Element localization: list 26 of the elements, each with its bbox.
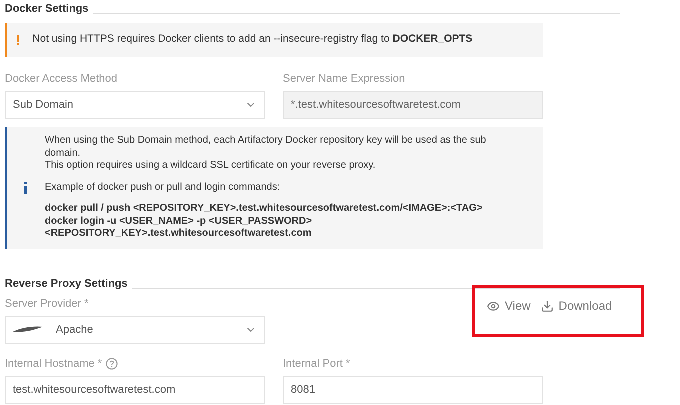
field-label: Server Name Expression: [283, 72, 406, 87]
select-field[interactable]: Apache: [5, 316, 265, 344]
field-label: Internal Port *: [283, 356, 350, 372]
field-label: Internal Hostname *: [5, 356, 102, 372]
section-title: Reverse Proxy Settings: [5, 279, 128, 290]
help-icon[interactable]: [106, 358, 118, 370]
feather-icon: [13, 326, 43, 334]
download-icon: [540, 300, 554, 312]
field-label: Server Provider *: [5, 296, 89, 312]
command-text: <REPOSITORY_KEY>.test.whitesourcesoftwaretest.com: [45, 228, 313, 241]
field-label: Docker Access Method: [5, 72, 118, 87]
command-text: docker pull / push <REPOSITORY_KEY>.test.whitesourcesoftwaretest.com/<IMAGE>:<TAG>: [45, 203, 484, 216]
info-text: This option requires using a wildcard SSL certificate on your reverse proxy.: [45, 160, 377, 173]
input-field[interactable]: 8081: [283, 376, 543, 404]
eye-icon: [487, 300, 500, 312]
section-title: Docker Settings: [5, 4, 89, 15]
download-button[interactable]: Download: [540, 297, 612, 315]
info-text: When using the Sub Domain method, each Artifactory Docker repository key will be used as the sub domain.: [45, 135, 488, 160]
input-field[interactable]: test.whitesourcesoftwaretest.com: [5, 376, 265, 404]
command-text: docker login -u <USER_NAME> -p <USER_PASSWORD>: [45, 216, 314, 228]
warning-icon: !: [16, 33, 21, 47]
select-field[interactable]: Sub Domain: [5, 91, 265, 119]
info-text: Example of docker push or pull and login commands:: [45, 182, 282, 194]
info-icon: [24, 182, 28, 194]
warning-text: Not using HTTPS requires Docker clients to add an --insecure-registry flag to DOCKER_OPTS: [32, 32, 473, 48]
view-button[interactable]: View: [487, 297, 531, 315]
